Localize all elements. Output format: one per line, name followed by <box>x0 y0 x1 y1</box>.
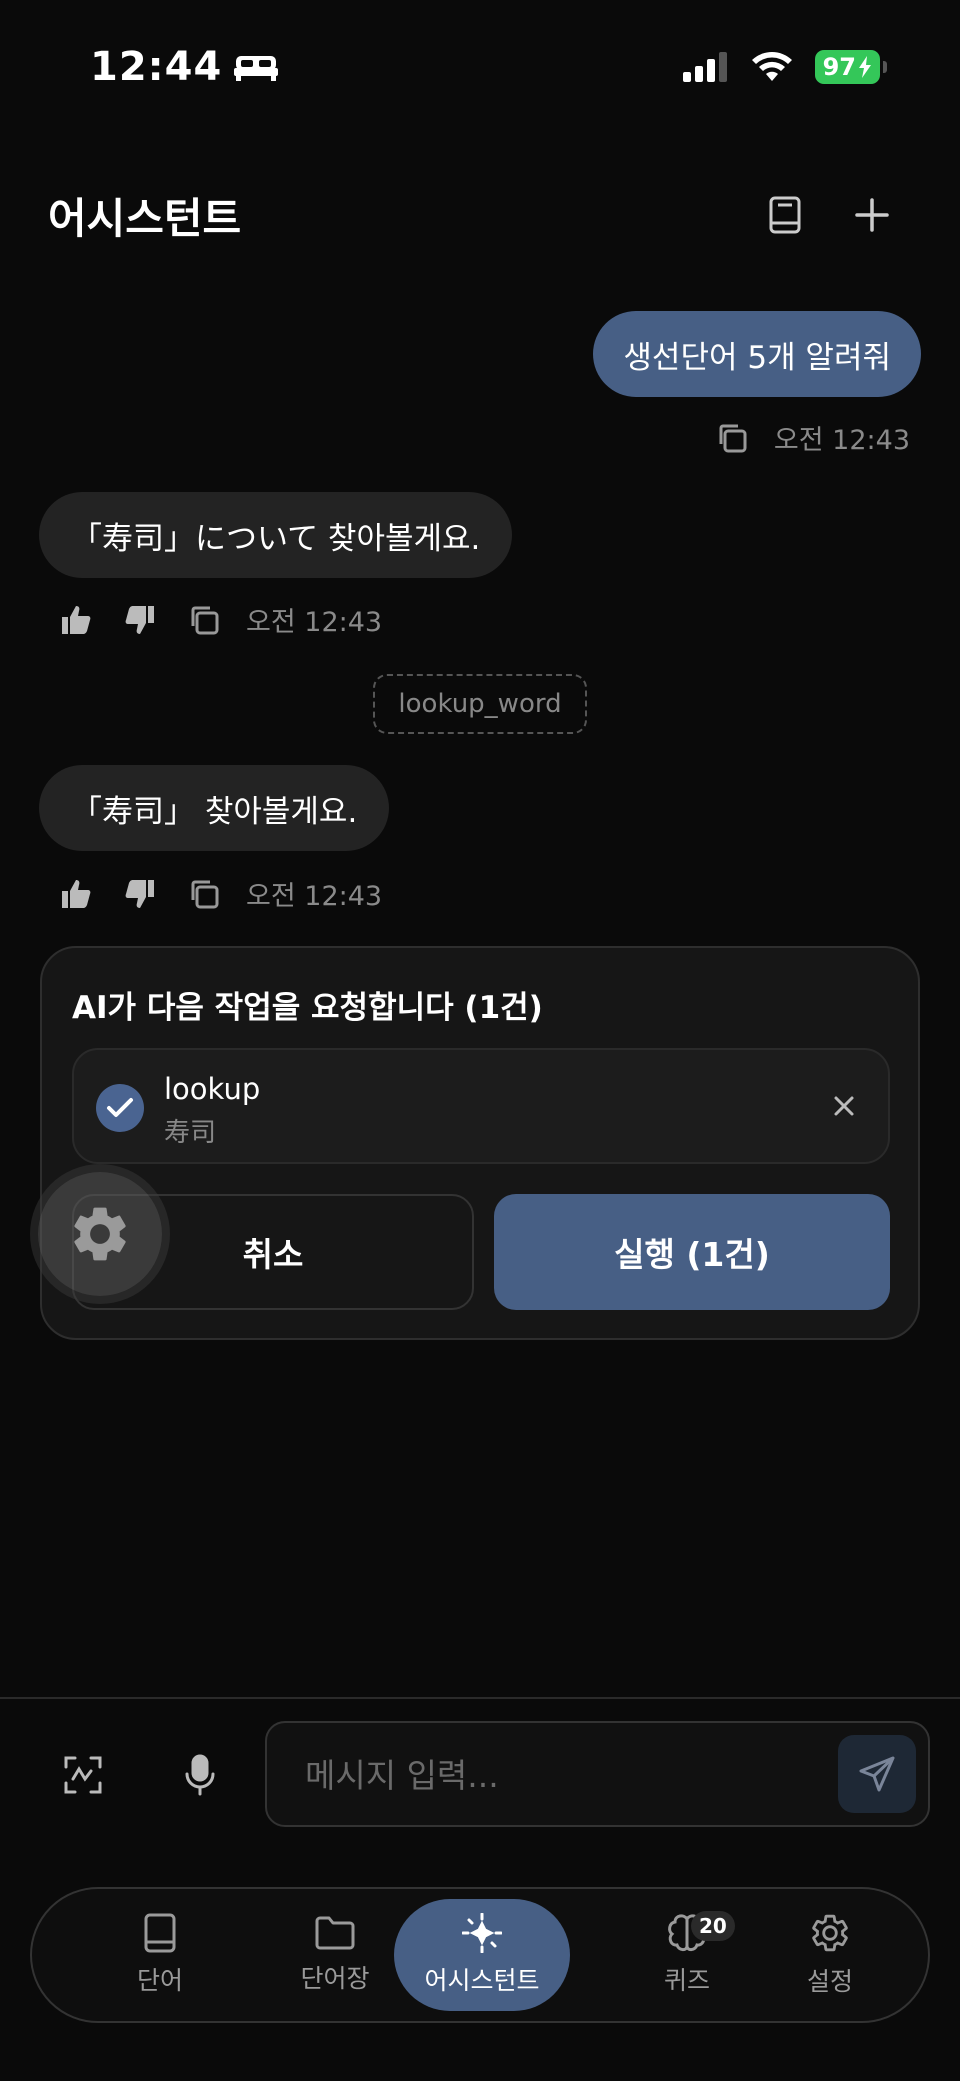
close-icon <box>834 1096 854 1116</box>
scan-text-icon <box>64 1756 102 1794</box>
thumbs-up-icon[interactable] <box>60 605 92 635</box>
approval-title: AI가 다음 작업을 요청합니다 (1건) <box>72 990 543 1026</box>
status-time-text: 12:44 <box>90 44 223 90</box>
folder-icon <box>315 1916 355 1950</box>
battery-indicator: 97 <box>814 50 888 84</box>
plus-icon <box>855 198 889 232</box>
send-button[interactable] <box>838 1735 916 1813</box>
pending-task-item[interactable]: lookup 寿司 <box>72 1048 890 1164</box>
user-message-bubble: 생선단어 5개 알려줘 <box>593 311 921 397</box>
task-checkbox[interactable] <box>96 1084 144 1132</box>
message-time: 오전 12:43 <box>773 425 910 456</box>
thumbs-up-icon[interactable] <box>60 879 92 909</box>
message-time: 오전 12:43 <box>246 881 383 912</box>
battery-level: 97 <box>822 53 856 81</box>
assistant-message-bubble: 「寿司」について 찾아볼게요. <box>39 492 513 578</box>
nav-item-words[interactable]: 단어 <box>72 1899 248 2011</box>
message-input[interactable] <box>305 1747 825 1803</box>
run-button[interactable]: 실행 (1건) <box>494 1194 890 1310</box>
copy-icon[interactable] <box>716 422 748 454</box>
voice-input-button[interactable] <box>170 1745 230 1805</box>
charging-bolt-icon <box>859 56 871 78</box>
bottom-navigation: 단어 단어장 어시스턴트 20 퀴즈 설정 <box>30 1887 930 2023</box>
nav-item-assistant[interactable]: 어시스턴트 <box>394 1899 570 2011</box>
signal-icon <box>682 52 727 82</box>
user-message-meta: 오전 12:43 <box>716 418 910 457</box>
sparkle-icon <box>462 1913 502 1953</box>
nav-item-settings[interactable]: 설정 <box>742 1899 918 2011</box>
input-divider <box>0 1697 960 1699</box>
assistant-message-bubble: 「寿司」 찾아볼게요. <box>39 765 390 851</box>
nav-label: 단어장 <box>300 1964 370 1993</box>
tool-call-chip[interactable]: lookup_word <box>373 674 587 734</box>
check-icon <box>107 1098 133 1117</box>
copy-icon[interactable] <box>188 878 220 910</box>
new-chat-button[interactable] <box>847 190 897 240</box>
wifi-icon <box>751 52 792 81</box>
task-name: lookup <box>164 1072 261 1106</box>
message-time: 오전 12:43 <box>246 607 383 638</box>
assistant-message-actions: 오전 12:43 <box>60 600 382 639</box>
assistant-message-actions: 오전 12:43 <box>60 874 382 913</box>
nav-label: 퀴즈 <box>663 1966 710 1995</box>
scan-button[interactable] <box>53 1745 113 1805</box>
send-icon <box>859 1756 895 1792</box>
page-title: 어시스턴트 <box>48 194 242 243</box>
quiz-count-badge: 20 <box>691 1911 735 1941</box>
task-argument: 寿司 <box>164 1118 217 1148</box>
nav-label: 설정 <box>806 1967 853 1996</box>
status-time: 12:44 <box>90 44 279 90</box>
nav-label: 어시스턴트 <box>424 1966 540 1995</box>
thumbs-down-icon[interactable] <box>124 605 156 635</box>
remove-task-button[interactable] <box>826 1088 862 1124</box>
nav-label: 단어 <box>136 1966 183 1995</box>
message-input-box <box>265 1721 930 1827</box>
action-approval-card: AI가 다음 작업을 요청합니다 (1건) lookup 寿司 취소 실행 (1… <box>40 946 920 1340</box>
microphone-icon <box>185 1754 215 1796</box>
dictionary-button[interactable] <box>760 190 810 240</box>
book-icon <box>769 196 801 234</box>
gear-icon <box>74 1207 126 1261</box>
gear-icon <box>812 1914 848 1952</box>
book-icon <box>144 1913 176 1953</box>
status-indicators: 97 <box>682 50 888 84</box>
thumbs-down-icon[interactable] <box>124 879 156 909</box>
bed-icon <box>234 56 279 81</box>
copy-icon[interactable] <box>188 604 220 636</box>
floating-settings-button[interactable] <box>38 1172 162 1296</box>
